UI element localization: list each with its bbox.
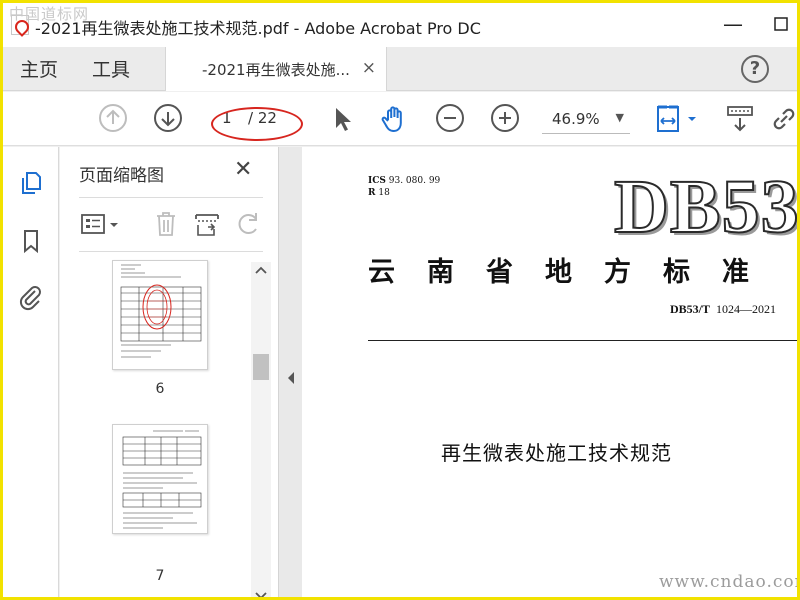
divider [368, 340, 797, 341]
province-standard-heading: 云南省地方标准 [368, 257, 781, 288]
select-cursor-icon[interactable] [328, 104, 358, 134]
thumbnails-scrollbar[interactable] [251, 262, 271, 597]
extract-page-icon[interactable] [193, 209, 221, 239]
delete-page-icon[interactable] [152, 209, 180, 239]
document-page: ICS 93. 080. 99 R 18 DB53 云南省地方标准 DB53/T… [302, 147, 797, 597]
app-window: 中国道标网 -2021再生微表处施工技术规范.pdf - Adobe Acrob… [0, 0, 800, 600]
ics-code: ICS 93. 080. 99 R 18 [368, 175, 440, 199]
scroll-up-icon[interactable] [254, 264, 268, 278]
page-thumbnail-7[interactable] [112, 424, 208, 534]
divider [79, 251, 263, 252]
link-icon[interactable] [769, 104, 799, 134]
watermark-bottom: www.cndao.com [659, 572, 800, 592]
tab-tools[interactable]: 工具 [92, 55, 130, 82]
standard-number: DB53/T 1024—2021 [670, 302, 776, 317]
scroll-mode-icon[interactable] [725, 104, 755, 134]
toolbar: 1 / 22 46.9% ▼ [3, 92, 797, 146]
page-thumbnail-6[interactable] [112, 260, 208, 370]
previous-page-icon[interactable] [99, 104, 127, 132]
bookmark-icon[interactable] [17, 227, 45, 255]
thumbnail-page-number: 7 [155, 568, 165, 584]
collapse-left-icon[interactable] [286, 371, 296, 388]
panel-toolbar [60, 203, 278, 247]
panel-title: 页面缩略图 [79, 166, 164, 186]
hand-tool-icon[interactable] [379, 104, 409, 134]
panel-collapse-strip[interactable] [278, 147, 302, 597]
r-label: R [368, 188, 376, 198]
highlight-annotation-oval [211, 107, 303, 141]
thumbnail-page-number: 6 [155, 381, 165, 397]
divider [79, 197, 263, 198]
standard-number-value: 1024—2021 [716, 302, 777, 316]
r-value: 18 [378, 188, 390, 198]
document-title: 再生微表处施工技术规范 [441, 441, 672, 465]
ics-label: ICS [368, 176, 386, 186]
fit-width-icon[interactable] [655, 104, 699, 134]
zoom-out-icon[interactable] [436, 104, 464, 132]
standard-code-logo: DB53 [613, 165, 797, 249]
thumbnails-panel: 页面缩略图 ✕ 6 7 [60, 147, 278, 597]
thumbnail-preview [120, 264, 202, 358]
zoom-value: 46.9% [552, 110, 600, 128]
standard-prefix: DB53/T [670, 302, 711, 316]
rotate-page-icon[interactable] [234, 209, 264, 239]
scroll-down-icon[interactable] [254, 590, 268, 597]
help-icon[interactable]: ? [741, 55, 769, 83]
tab-bar: 主页 工具 -2021再生微表处施... × ? [3, 47, 797, 91]
zoom-select[interactable]: 46.9% ▼ [542, 106, 630, 134]
page-thumbnails-icon[interactable] [17, 169, 45, 197]
navigation-rail [3, 147, 59, 597]
window-title: -2021再生微表处施工技术规范.pdf - Adobe Acrobat Pro… [35, 19, 481, 38]
thumbnail-options-icon[interactable] [80, 211, 122, 239]
tab-home[interactable]: 主页 [20, 55, 58, 82]
zoom-in-icon[interactable] [491, 104, 519, 132]
close-panel-icon[interactable]: ✕ [234, 157, 252, 182]
tab-document[interactable]: -2021再生微表处施... × [165, 47, 387, 91]
ics-value: 93. 080. 99 [388, 176, 441, 186]
next-page-icon[interactable] [154, 104, 182, 132]
attachment-icon[interactable] [17, 283, 45, 311]
close-tab-icon[interactable]: × [362, 58, 376, 78]
maximize-icon[interactable] [769, 13, 793, 37]
title-bar: 中国道标网 -2021再生微表处施工技术规范.pdf - Adobe Acrob… [3, 3, 797, 47]
scroll-thumb[interactable] [253, 354, 269, 380]
chevron-down-icon: ▼ [615, 111, 624, 124]
minimize-icon[interactable]: — [721, 13, 745, 37]
tab-document-label: -2021再生微表处施... [202, 61, 350, 79]
thumbnail-preview [122, 430, 202, 529]
